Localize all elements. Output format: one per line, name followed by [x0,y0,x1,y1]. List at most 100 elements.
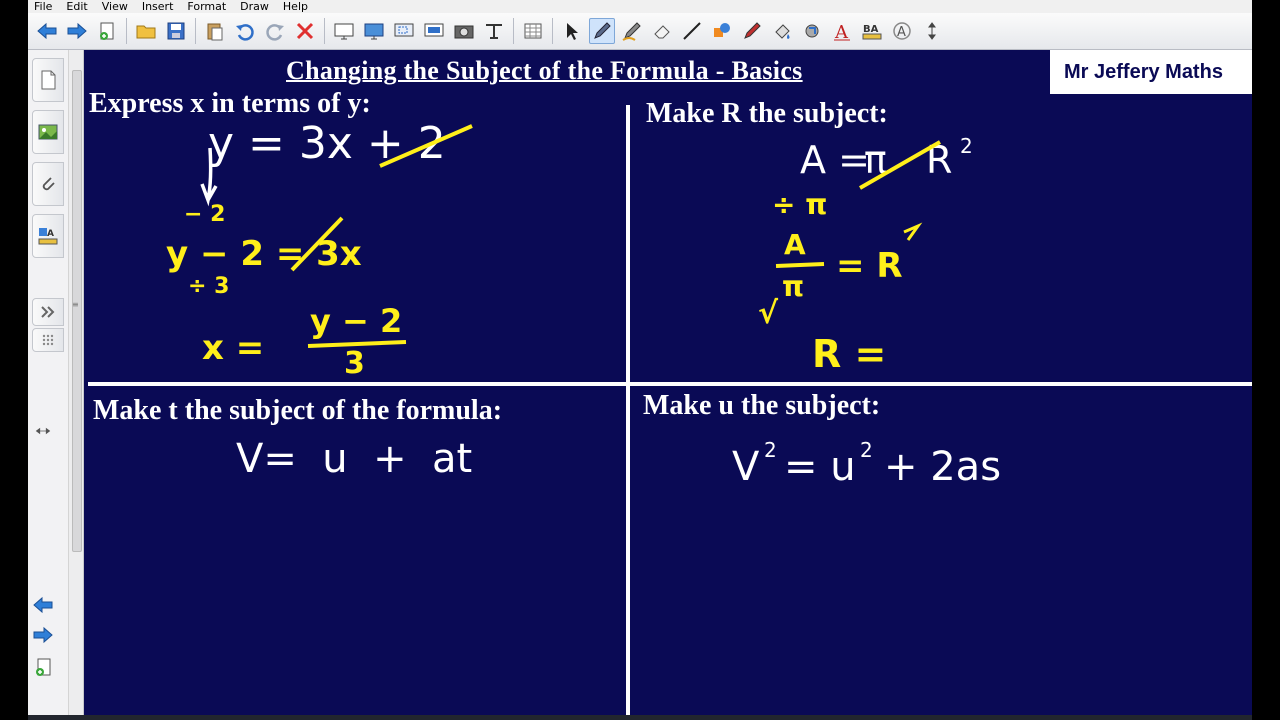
whiteboard-canvas[interactable]: Changing the Subject of the Formula - Ba… [84,50,1252,715]
grip-dots-icon [42,334,54,346]
side-tabs: A [32,58,64,360]
q2-exponent-mark [903,222,923,241]
q4-v: V [732,444,760,490]
page-sorter-tab[interactable] [32,58,64,102]
double-chevron-right-icon [41,306,55,318]
window-frame-right [1252,0,1280,720]
q4-equals-u: = u [784,444,856,490]
q1-step1: y − 2 = 3x [166,234,362,274]
move-toolbar-icon[interactable] [919,18,945,44]
q2-equation-r: R [926,138,953,182]
collapse-panel-tab[interactable] [32,298,64,326]
fill-bucket-icon[interactable] [799,18,825,44]
select-arrow-icon[interactable] [559,18,585,44]
q2-prompt: Make R the subject: [646,98,888,129]
side-panel-scrollbar[interactable]: ≡ [68,50,83,720]
camera-icon[interactable] [451,18,477,44]
vertical-divider [626,105,630,715]
taskbar-strip [28,715,1252,720]
menu-file[interactable]: File [28,0,60,13]
q3-prompt: Make t the subject of the formula: [93,395,503,426]
toolbar-separator [552,18,553,44]
screen-capture-window-icon[interactable] [421,18,447,44]
q2-square-root: √ [758,296,779,331]
q2-equals-r: = R [836,246,903,286]
accessibility-icon[interactable]: A [889,18,915,44]
delete-icon[interactable] [292,18,318,44]
q4-prompt: Make u the subject: [643,390,881,421]
open-folder-icon[interactable] [133,18,159,44]
screen-shade-icon[interactable] [331,18,357,44]
svg-text:A: A [834,22,849,42]
q1-answer-lhs: x = [202,328,265,368]
back-arrow-icon[interactable] [34,18,60,44]
line-icon[interactable] [679,18,705,44]
next-page-icon[interactable] [32,624,54,646]
attachments-tab[interactable] [32,162,64,206]
scrollbar-thumb[interactable] [72,70,82,552]
gallery-tab[interactable] [32,110,64,154]
fill-icon[interactable] [769,18,795,44]
q1-equation: y = 3x + 2 [208,118,446,169]
creative-pen-icon[interactable] [619,18,645,44]
shapes-icon[interactable] [709,18,735,44]
menu-help[interactable]: Help [277,0,316,13]
new-page-icon[interactable] [94,18,120,44]
paste-icon[interactable] [202,18,228,44]
menu-bar: File Edit View Insert Format Draw Help [28,0,1252,13]
q2-answer: R = [812,332,887,376]
menu-format[interactable]: Format [181,0,234,13]
page-sorter-icon [41,70,56,90]
menu-edit[interactable]: Edit [60,0,95,13]
text-icon[interactable]: A [829,18,855,44]
q2-divide-pi: ÷ π [772,188,828,221]
properties-icon[interactable]: BA [859,18,885,44]
magic-pen-icon[interactable] [739,18,765,44]
q4-rest: + 2as [884,444,1002,490]
eraser-icon[interactable] [649,18,675,44]
undo-icon[interactable] [232,18,258,44]
scrollbar-grip: ≡ [72,300,79,309]
svg-text:A: A [897,25,906,40]
window-frame-left [0,0,28,720]
pen-icon[interactable] [589,18,615,44]
forward-arrow-icon[interactable] [64,18,90,44]
q2-equation-exponent: 2 [960,134,973,158]
side-panel: A ≡ [28,50,84,720]
svg-text:A: A [47,229,54,239]
q2-fraction-numerator: A [784,228,806,261]
table-icon[interactable] [520,18,546,44]
menu-insert[interactable]: Insert [136,0,182,13]
q1-prompt: Express x in terms of y: [89,88,371,119]
horizontal-divider [88,382,1252,386]
toolbar-separator [195,18,196,44]
menu-view[interactable]: View [96,0,136,13]
show-display-icon[interactable] [361,18,387,44]
q1-answer-denominator: 3 [344,346,365,381]
q4-v-exponent: 2 [764,438,777,462]
q1-step2-operation: ÷ 3 [188,274,230,299]
q2-equation-pi: π [864,138,887,182]
previous-page-icon[interactable] [32,594,54,616]
q3-equation: V= u + at [236,436,473,482]
panel-grip-tab[interactable] [32,328,64,352]
q2-equation-lhs: A = [800,138,870,182]
toolbar-separator [513,18,514,44]
q4-u-exponent: 2 [860,438,873,462]
svg-text:BA: BA [863,24,879,35]
menu-draw[interactable]: Draw [234,0,277,13]
q2-fraction-bar [775,262,825,268]
properties-icon: A [38,228,58,245]
toolbar-separator [126,18,127,44]
brand-label: Mr Jeffery Maths [1047,50,1252,94]
properties-tab[interactable]: A [32,214,64,258]
toolbar-separator [324,18,325,44]
redo-icon[interactable] [262,18,288,44]
gallery-icon [38,124,58,140]
save-icon[interactable] [163,18,189,44]
resize-horizontal-icon[interactable] [32,420,54,442]
screen-capture-icon[interactable] [391,18,417,44]
paperclip-icon [42,177,55,191]
recorder-icon[interactable] [481,18,507,44]
add-page-icon[interactable] [32,656,54,678]
